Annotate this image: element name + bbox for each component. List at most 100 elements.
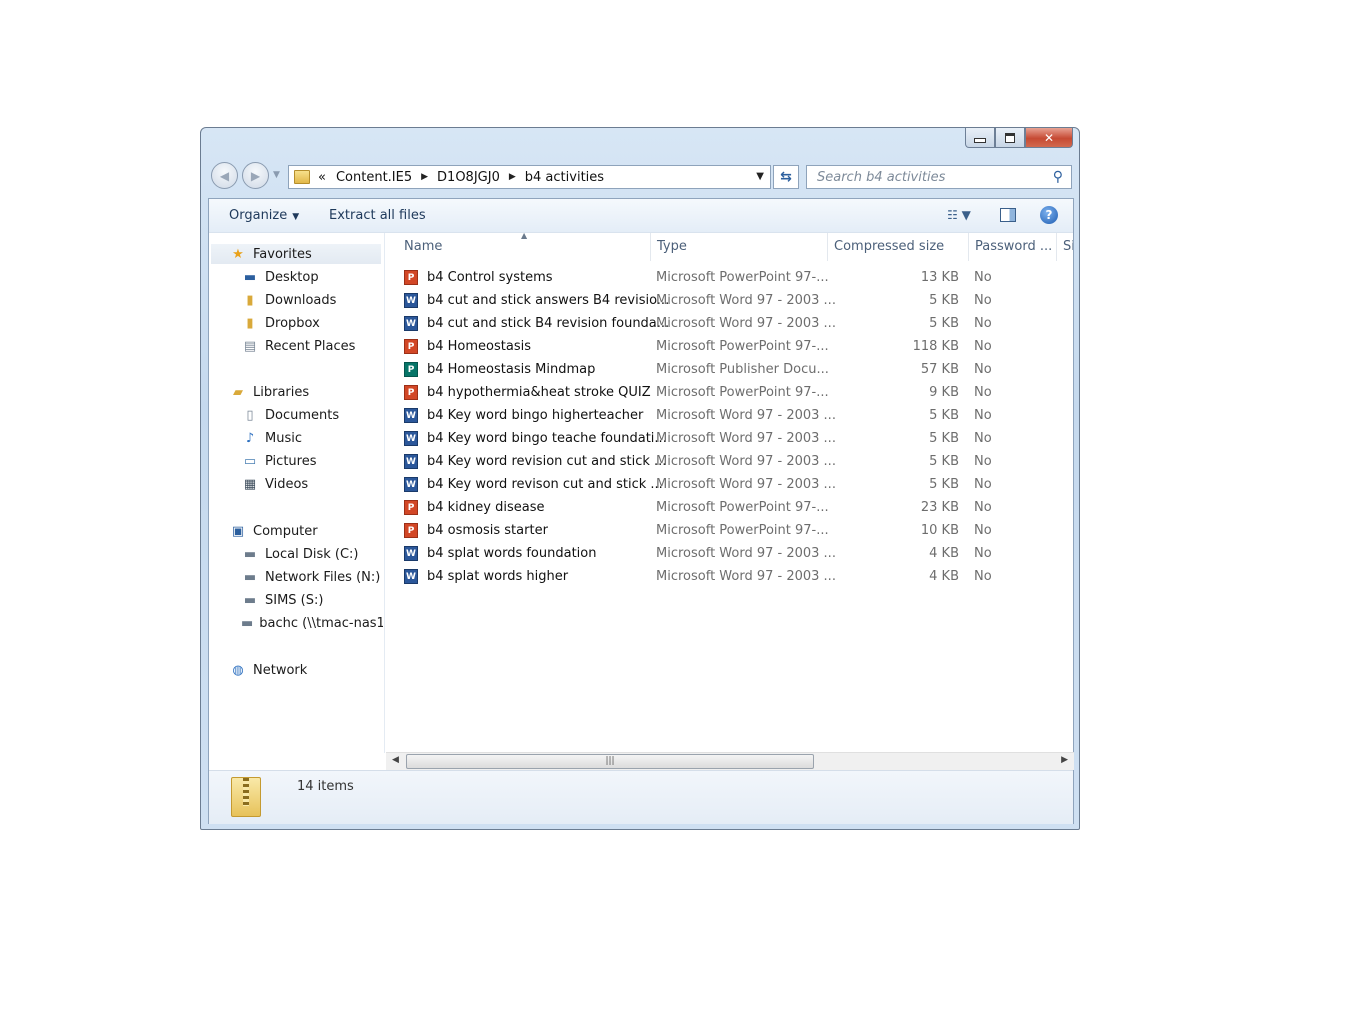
breadcrumb-separator-icon[interactable]: ▶: [421, 172, 428, 182]
file-type: Microsoft Word 97 - 2003 ...: [656, 408, 836, 423]
breadcrumb-item[interactable]: D1O8JGJ0: [437, 170, 500, 185]
file-row[interactable]: Wb4 Key word bingo higherteacher Microsof…: [404, 405, 1073, 427]
sidebar-item-label: Videos: [265, 476, 309, 492]
file-name: b4 Key word bingo teache foundati...: [427, 431, 667, 446]
column-type[interactable]: Type: [657, 239, 687, 254]
address-dropdown-icon[interactable]: ▼: [756, 171, 764, 182]
file-name: b4 kidney disease: [427, 500, 545, 515]
refresh-button[interactable]: ⇆: [773, 165, 799, 189]
network-drive-icon: ▬: [243, 592, 257, 608]
scroll-left-icon[interactable]: ◀: [392, 755, 399, 765]
sidebar-item-dropbox[interactable]: ▮ Dropbox: [241, 313, 319, 333]
file-row[interactable]: Wb4 Key word bingo teache foundati... Mic…: [404, 428, 1073, 450]
sidebar-group-label: Libraries: [253, 384, 310, 400]
zip-folder-icon: [231, 777, 261, 817]
column-name[interactable]: Name: [404, 239, 442, 254]
file-row[interactable]: Wb4 Key word revision cut and stick ... M…: [404, 451, 1073, 473]
file-type: Microsoft Word 97 - 2003 ...: [656, 569, 836, 584]
network-drive-icon: ▬: [241, 615, 254, 631]
minimize-button[interactable]: [965, 128, 995, 148]
file-row[interactable]: Pb4 kidney disease Microsoft PowerPoint 9…: [404, 497, 1073, 519]
search-icon[interactable]: ⚲: [1053, 169, 1063, 185]
file-type: Microsoft Word 97 - 2003 ...: [656, 431, 836, 446]
navigation-bar: ◀ ▶ ▼ « Content.IE5 ▶ D1O8JGJ0 ▶ b4 acti…: [211, 162, 1073, 190]
file-name: b4 Homeostasis: [427, 339, 531, 354]
column-divider[interactable]: [968, 233, 969, 261]
file-row[interactable]: Wb4 splat words foundation Microsoft Word…: [404, 543, 1073, 565]
preview-pane-button[interactable]: [998, 206, 1018, 224]
column-divider[interactable]: [650, 233, 651, 261]
help-icon: ?: [1045, 208, 1053, 222]
column-password[interactable]: Password ...: [975, 239, 1052, 254]
powerpoint-file-icon: P: [404, 523, 418, 538]
column-divider[interactable]: [1056, 233, 1057, 261]
extract-all-button[interactable]: Extract all files: [329, 208, 426, 223]
file-compressed-size: 5 KB: [929, 454, 959, 469]
refresh-icon: ⇆: [780, 169, 792, 185]
chevron-down-icon: ▼: [292, 212, 300, 222]
details-pane: 14 items: [209, 770, 1073, 824]
breadcrumb-overflow[interactable]: «: [318, 170, 326, 185]
scrollbar-thumb[interactable]: |||: [406, 754, 814, 769]
change-view-button[interactable]: ☷ ▼: [939, 206, 979, 224]
network-drive-icon: ▬: [243, 569, 257, 585]
file-row[interactable]: Wb4 splat words higher Microsoft Word 97 …: [404, 566, 1073, 588]
sidebar-group-favorites[interactable]: ★ Favorites: [211, 244, 381, 264]
sidebar-item-music[interactable]: ♪ Music: [241, 428, 302, 448]
column-compressed-size[interactable]: Compressed size: [834, 239, 944, 254]
sidebar-item-network-files[interactable]: ▬ Network Files (N:): [241, 567, 380, 587]
breadcrumb-item[interactable]: b4 activities: [525, 170, 604, 185]
file-row[interactable]: Pb4 osmosis starter Microsoft PowerPoint …: [404, 520, 1073, 542]
file-password: No: [974, 523, 992, 538]
recent-pages-dropdown[interactable]: ▼: [273, 170, 280, 180]
search-input[interactable]: [815, 168, 1044, 186]
file-name: b4 splat words foundation: [427, 546, 597, 561]
file-row[interactable]: Wb4 Key word revison cut and stick ... Mi…: [404, 474, 1073, 496]
horizontal-scrollbar[interactable]: ◀ ||| ▶: [386, 752, 1074, 770]
network-icon: ◍: [232, 662, 244, 678]
forward-button[interactable]: ▶: [242, 162, 269, 189]
file-password: No: [974, 477, 992, 492]
breadcrumb-item[interactable]: Content.IE5: [336, 170, 412, 185]
file-row[interactable]: Pb4 Homeostasis Mindmap Microsoft Publish…: [404, 359, 1073, 381]
sidebar-item-bachc[interactable]: ▬ bachc (\\tmac-nas1: [241, 613, 383, 633]
file-name: b4 cut and stick B4 revision founda...: [427, 316, 670, 331]
file-password: No: [974, 500, 992, 515]
sidebar-item-videos[interactable]: ▦ Videos: [241, 474, 308, 494]
sidebar-group-network[interactable]: ◍ Network: [229, 660, 307, 680]
scroll-right-icon[interactable]: ▶: [1061, 755, 1068, 765]
column-divider[interactable]: [827, 233, 828, 261]
file-row[interactable]: Pb4 Control systems Microsoft PowerPoint …: [404, 267, 1073, 289]
explorer-window: ✕ ◀ ▶ ▼ « Content.IE5 ▶ D1O8JGJ0 ▶ b4 ac…: [200, 127, 1080, 830]
sidebar-item-local-disk[interactable]: ▬ Local Disk (C:): [241, 544, 359, 564]
sidebar-item-sims[interactable]: ▬ SIMS (S:): [241, 590, 324, 610]
file-name: b4 osmosis starter: [427, 523, 548, 538]
file-row[interactable]: Pb4 hypothermia&heat stroke QUIZ Microsof…: [404, 382, 1073, 404]
maximize-button[interactable]: [995, 128, 1025, 148]
file-password: No: [974, 362, 992, 377]
organize-label: Organize: [229, 208, 288, 223]
address-bar[interactable]: « Content.IE5 ▶ D1O8JGJ0 ▶ b4 activities…: [288, 165, 771, 189]
sidebar-item-pictures[interactable]: ▭ Pictures: [241, 451, 317, 471]
word-file-icon: W: [404, 431, 418, 446]
sidebar-item-downloads[interactable]: ▮ Downloads: [241, 290, 336, 310]
preview-pane-icon: [1000, 208, 1016, 222]
sidebar-item-documents[interactable]: ▯ Documents: [241, 405, 339, 425]
column-size[interactable]: Si: [1063, 239, 1073, 254]
help-button[interactable]: ?: [1040, 206, 1058, 224]
sidebar-group-libraries[interactable]: ▰ Libraries: [229, 382, 309, 402]
search-box[interactable]: ⚲: [806, 165, 1072, 189]
file-type: Microsoft Publisher Docu...: [656, 362, 829, 377]
sidebar-item-recent-places[interactable]: ▤ Recent Places: [241, 336, 356, 356]
file-row[interactable]: Wb4 cut and stick answers B4 revisio... M…: [404, 290, 1073, 312]
sidebar-item-desktop[interactable]: ▬ Desktop: [241, 267, 319, 287]
breadcrumb-separator-icon[interactable]: ▶: [509, 172, 516, 182]
close-button[interactable]: ✕: [1025, 128, 1073, 148]
back-button[interactable]: ◀: [211, 162, 238, 189]
organize-menu[interactable]: Organize ▼: [229, 208, 299, 223]
file-password: No: [974, 339, 992, 354]
file-row[interactable]: Pb4 Homeostasis Microsoft PowerPoint 97-.…: [404, 336, 1073, 358]
file-row[interactable]: Wb4 cut and stick B4 revision founda... M…: [404, 313, 1073, 335]
sidebar-group-computer[interactable]: ▣ Computer: [229, 521, 318, 541]
file-compressed-size: 4 KB: [929, 546, 959, 561]
